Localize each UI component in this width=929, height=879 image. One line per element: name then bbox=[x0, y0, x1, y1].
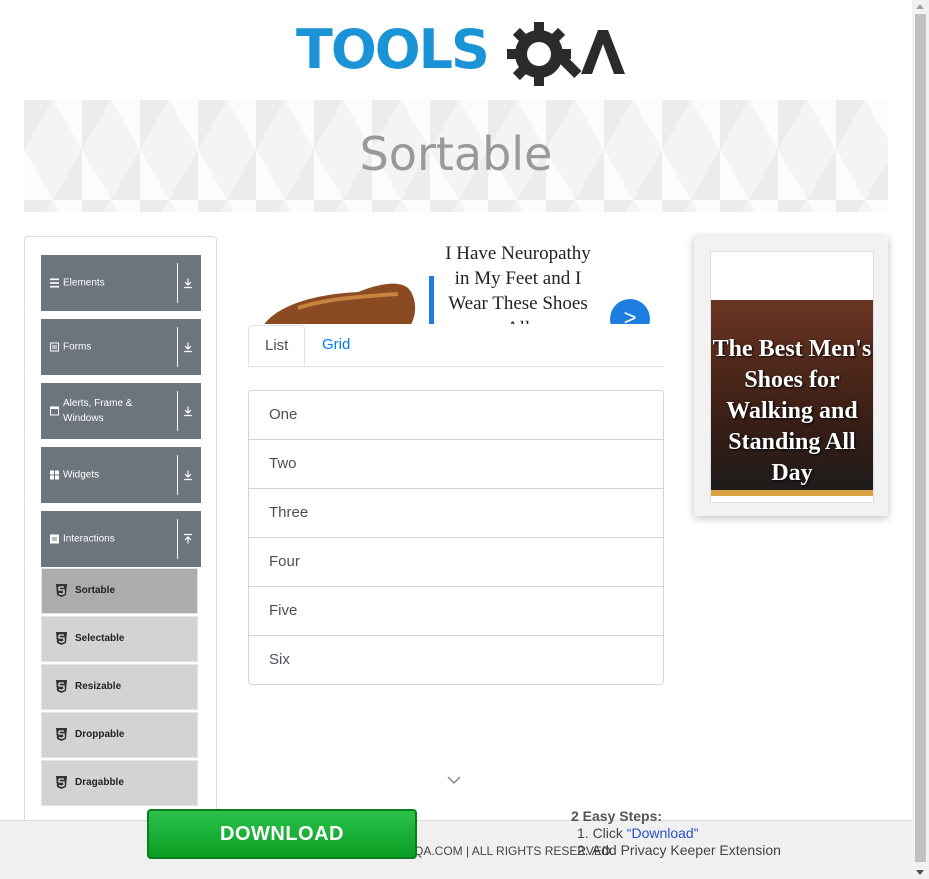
chevron-down-icon[interactable] bbox=[447, 776, 461, 785]
download-arrow-icon bbox=[184, 342, 192, 353]
ad-card: The Best Men's Shoes for Walking and Sta… bbox=[710, 251, 874, 503]
divider bbox=[177, 455, 178, 495]
logo-text: TOOLS bbox=[296, 18, 488, 81]
sidebar-group-label: Forms bbox=[63, 341, 92, 353]
grid-icon bbox=[50, 470, 59, 480]
interactions-icon bbox=[50, 534, 59, 544]
sidebar-item-droppable[interactable]: Droppable bbox=[41, 712, 198, 758]
sidebar-group-label: Widgets bbox=[63, 469, 100, 481]
ad-steps: 2 Easy Steps: 1. Click “Download” 2. Add… bbox=[571, 808, 781, 859]
window-icon bbox=[50, 406, 59, 416]
ad-sidebar-shoes[interactable]: The Best Men's Shoes for Walking and Sta… bbox=[694, 236, 888, 516]
list-icon bbox=[50, 278, 59, 288]
sidebar-item-selectable[interactable]: Selectable bbox=[41, 616, 198, 662]
ad-headline: The Best Men's Shoes for Walking and Sta… bbox=[712, 336, 872, 486]
list-item[interactable]: Two bbox=[249, 439, 663, 488]
sidebar-group-elements[interactable]: Elements bbox=[41, 255, 201, 311]
page-banner: Sortable bbox=[24, 100, 888, 212]
ad-accent-bar bbox=[429, 276, 434, 324]
sidebar-item-label: Sortable bbox=[75, 585, 116, 596]
download-arrow-icon bbox=[184, 278, 192, 289]
sidebar-group-label: Alerts, Frame & Windows bbox=[63, 398, 133, 424]
html5-icon bbox=[56, 776, 67, 789]
divider bbox=[177, 327, 178, 367]
html5-icon bbox=[56, 728, 67, 741]
html5-icon bbox=[56, 584, 67, 597]
divider bbox=[177, 263, 178, 303]
ad-banner-shoes[interactable]: I Have Neuropathy in My Feet and I Wear … bbox=[248, 236, 664, 324]
sidebar-item-label: Droppable bbox=[75, 729, 125, 740]
form-icon bbox=[50, 342, 59, 352]
tab-bar: List Grid bbox=[248, 325, 664, 367]
step2-text: 2. Add Privacy Keeper Extension bbox=[577, 842, 781, 858]
sidebar-item-label: Resizable bbox=[75, 681, 122, 692]
vertical-scrollbar[interactable] bbox=[912, 0, 929, 879]
list-item[interactable]: Four bbox=[249, 537, 663, 586]
scrollbar-thumb[interactable] bbox=[915, 14, 926, 862]
toolsqa-logo[interactable]: TOOLS bbox=[296, 16, 626, 92]
sidebar-group-alerts[interactable]: Alerts, Frame & Windows bbox=[41, 383, 201, 439]
download-arrow-icon bbox=[184, 470, 192, 481]
sidebar-item-resizable[interactable]: Resizable bbox=[41, 664, 198, 710]
html5-icon bbox=[56, 680, 67, 693]
download-button[interactable]: DOWNLOAD bbox=[147, 809, 417, 859]
sidebar-group-widgets[interactable]: Widgets bbox=[41, 447, 201, 503]
divider bbox=[177, 519, 178, 559]
steps-title: 2 Easy Steps: bbox=[571, 808, 663, 824]
scroll-up-icon[interactable] bbox=[916, 4, 924, 9]
html5-icon bbox=[56, 632, 67, 645]
gear-icon bbox=[507, 22, 582, 86]
list-item[interactable]: Six bbox=[249, 635, 663, 684]
upload-arrow-icon bbox=[184, 533, 192, 544]
page-title: Sortable bbox=[359, 127, 553, 181]
sidebar-group-interactions[interactable]: Interactions bbox=[41, 511, 201, 567]
sidebar-item-dragabble[interactable]: Dragabble bbox=[41, 760, 198, 806]
sidebar-group-label: Interactions bbox=[63, 533, 115, 545]
tab-grid[interactable]: Grid bbox=[306, 325, 366, 366]
list-item[interactable]: One bbox=[249, 391, 663, 439]
download-arrow-icon bbox=[184, 406, 192, 417]
divider bbox=[177, 391, 178, 431]
tab-list[interactable]: List bbox=[248, 325, 306, 366]
shoe-image bbox=[264, 283, 415, 324]
sidebar-group-forms[interactable]: Forms bbox=[41, 319, 201, 375]
sidebar: Elements Forms Alerts, Frame & Windows W… bbox=[24, 236, 217, 876]
sidebar-group-label: Elements bbox=[63, 277, 105, 289]
ad-stripe bbox=[711, 490, 873, 496]
step1-text: 1. Click bbox=[577, 825, 627, 841]
ad-arrow-button[interactable]: > bbox=[610, 299, 650, 324]
step1-download-link[interactable]: “Download” bbox=[627, 825, 699, 841]
sidebar-item-sortable[interactable]: Sortable bbox=[41, 568, 198, 614]
ad-text: I Have Neuropathy in My Feet and I Wear … bbox=[445, 243, 591, 324]
scroll-down-icon[interactable] bbox=[916, 870, 924, 875]
list-item[interactable]: Three bbox=[249, 488, 663, 537]
page: TOOLS Sortable Elements Forms Alerts, Fr… bbox=[0, 0, 912, 879]
sortable-list: One Two Three Four Five Six bbox=[248, 390, 664, 685]
list-item[interactable]: Five bbox=[249, 586, 663, 635]
sidebar-item-label: Selectable bbox=[75, 633, 125, 644]
logo-a-letter bbox=[581, 30, 625, 74]
sidebar-item-label: Dragabble bbox=[75, 777, 124, 788]
